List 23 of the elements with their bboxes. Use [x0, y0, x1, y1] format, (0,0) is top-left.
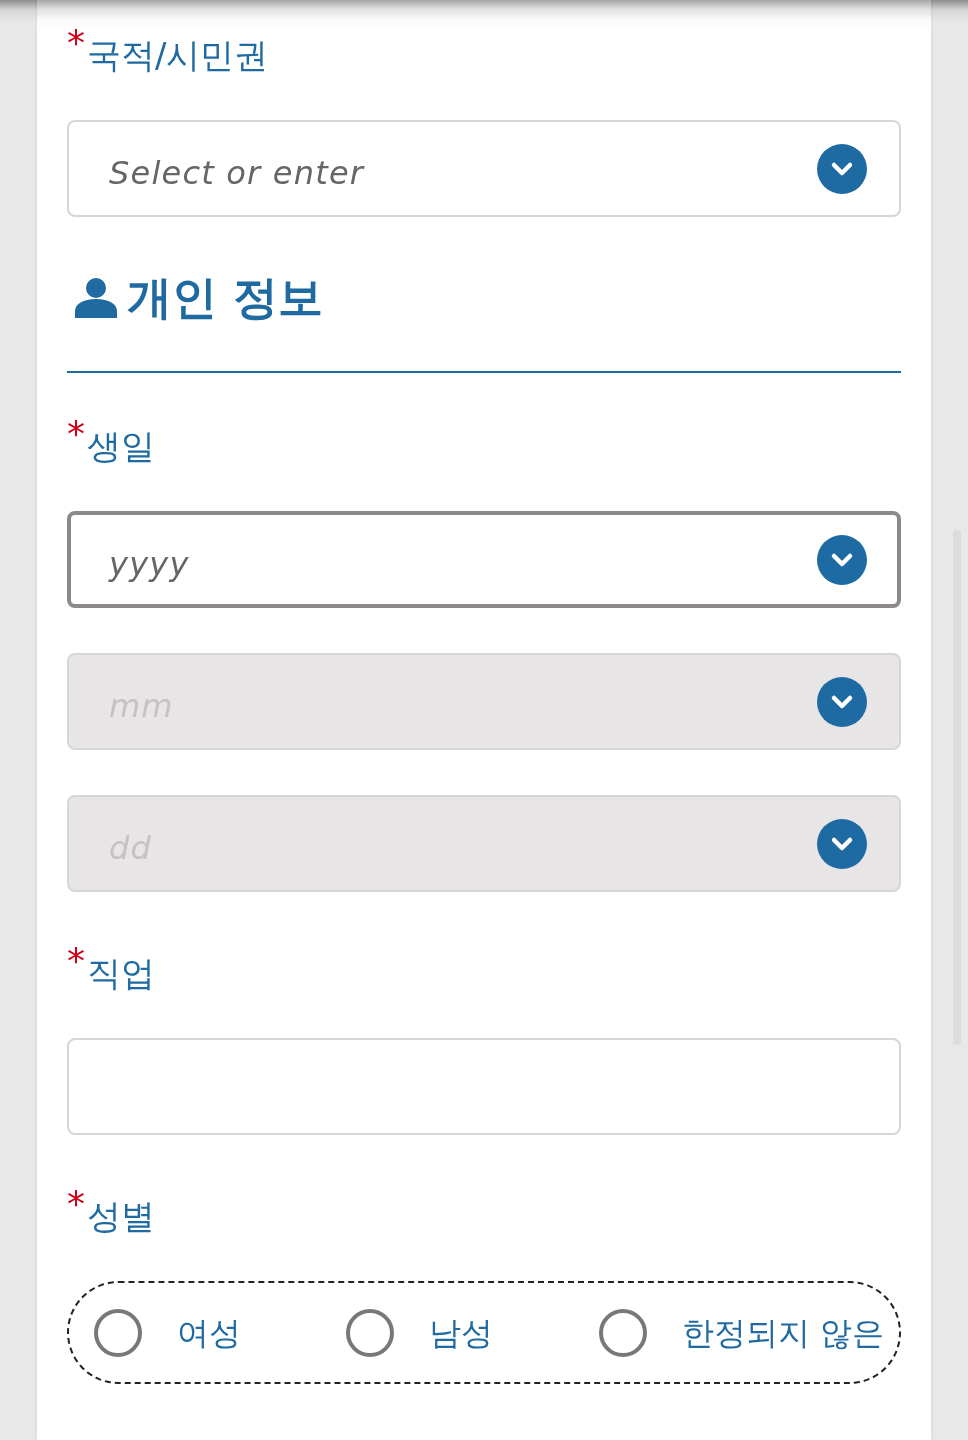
dropdown-field[interactable]: Select or enter [67, 120, 901, 217]
required-asterisk: * [67, 946, 85, 976]
required-asterisk: * [67, 1189, 85, 1219]
field-label: 생일 [87, 425, 155, 468]
required-asterisk: * [67, 419, 85, 449]
section-heading: 개인 정보 [127, 270, 323, 326]
field-label: 직업 [87, 952, 155, 995]
chevron-down-icon [817, 676, 867, 727]
required-asterisk: * [67, 28, 85, 58]
field-label: 성별 [87, 1195, 155, 1238]
chevron-down-icon [817, 818, 867, 869]
radio-button[interactable] [346, 1308, 394, 1357]
dropdown-field[interactable]: yyyy [67, 511, 901, 608]
radio-label[interactable]: 남성 [429, 1312, 493, 1353]
person-icon [75, 278, 117, 318]
radio-label[interactable]: 여성 [177, 1312, 241, 1353]
radio-label[interactable]: 한정되지 않은 [682, 1312, 885, 1353]
field-label: 국적/시민권 [87, 34, 269, 77]
radio-button[interactable] [599, 1308, 647, 1357]
chevron-down-icon [817, 534, 867, 585]
text-input[interactable] [67, 1038, 901, 1135]
chevron-down-icon [817, 143, 867, 194]
radio-button[interactable] [94, 1308, 142, 1357]
